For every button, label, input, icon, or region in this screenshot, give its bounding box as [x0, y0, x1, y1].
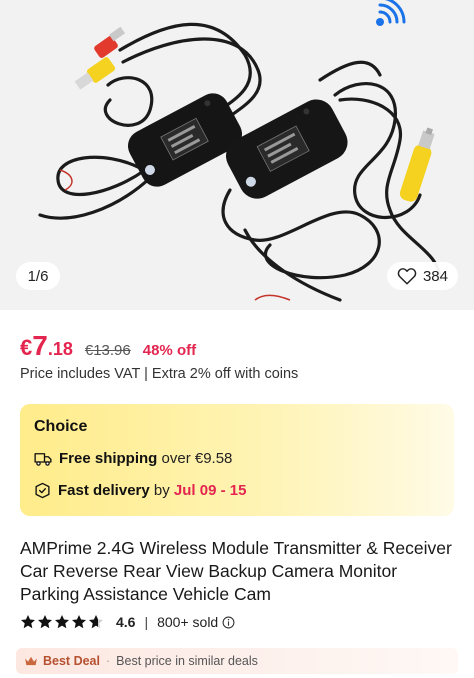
product-title: AMPrime 2.4G Wireless Module Transmitter…: [20, 538, 452, 604]
free-shipping-label: Free shipping: [59, 450, 158, 467]
free-shipping-threshold: over €9.58: [157, 450, 233, 467]
deal-separator: ·: [105, 654, 111, 668]
sold-count: 800+ sold: [157, 614, 219, 630]
heart-outline-icon: [397, 268, 417, 285]
box-check-icon: [35, 482, 50, 499]
fast-delivery-line: Fast delivery by Jul 09 - 15: [34, 482, 246, 499]
star-icon: [72, 615, 86, 629]
best-deal-label: Best Deal: [43, 654, 100, 668]
choice-banner[interactable]: Choice Free shipping over €9.58 Fast del…: [20, 404, 454, 516]
delivery-by-text: by: [149, 482, 174, 499]
star-rating: [20, 614, 104, 630]
rating-row[interactable]: 4.6 | 800+ sold: [20, 614, 235, 630]
rating-separator: |: [144, 614, 149, 630]
price-row: € 7 .18 €13.96 48% off: [20, 330, 196, 362]
fast-delivery-label: Fast delivery: [58, 482, 150, 499]
favorites-count: 384: [422, 267, 448, 285]
price-currency: €: [20, 335, 33, 360]
truck-icon: [34, 452, 52, 466]
free-shipping-line: Free shipping over €9.58: [34, 450, 232, 467]
product-image-gallery[interactable]: 1/6 384: [0, 0, 474, 310]
favorite-button[interactable]: 384: [386, 262, 458, 290]
choice-title: Choice: [34, 418, 88, 435]
info-circle-icon[interactable]: [222, 616, 235, 629]
rating-score: 4.6: [116, 614, 136, 630]
original-price: €13.96: [84, 342, 131, 359]
price-note: Price includes VAT | Extra 2% off with c…: [20, 366, 299, 382]
star-icon: [21, 615, 35, 629]
crown-icon: [24, 655, 38, 667]
price-integer: 7: [32, 330, 48, 361]
star-icon: [55, 615, 69, 629]
star-half-icon: [89, 615, 103, 629]
discount-badge: 48% off: [142, 342, 197, 359]
price-decimal: .18: [47, 339, 73, 359]
star-icon: [38, 615, 52, 629]
delivery-dates: Jul 09 - 15: [173, 482, 247, 499]
wifi-signal-icon: [376, 0, 406, 26]
image-counter: 1/6: [16, 262, 60, 290]
best-deal-description: Best price in similar deals: [116, 654, 258, 668]
best-deal-banner[interactable]: Best Deal · Best price in similar deals: [16, 648, 458, 674]
